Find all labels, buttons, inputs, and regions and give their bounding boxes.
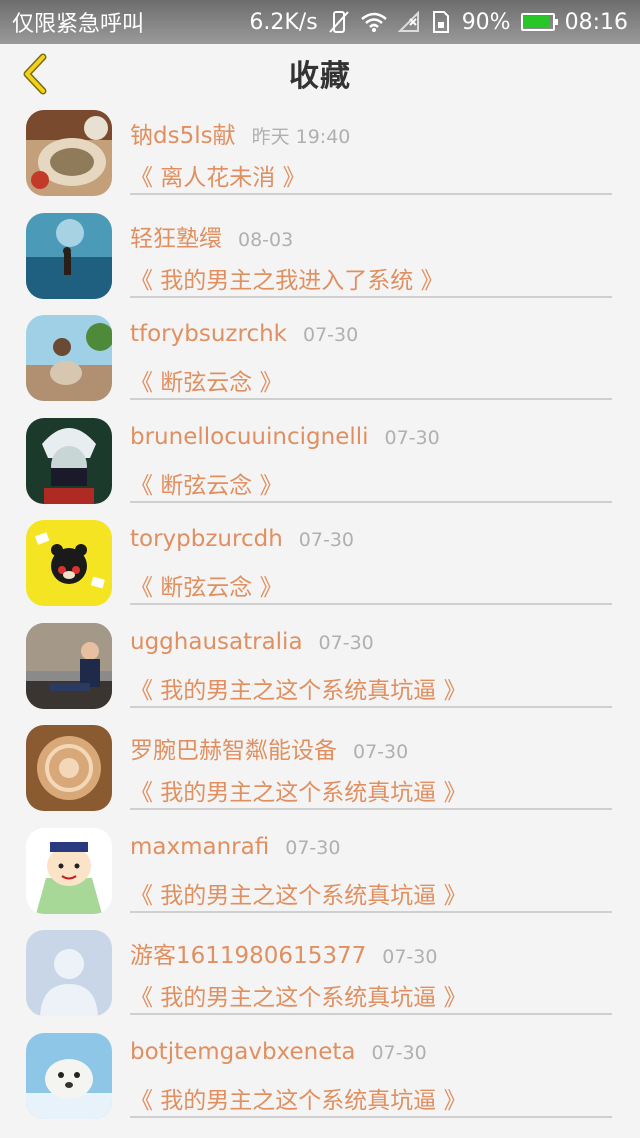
divider <box>130 1115 612 1118</box>
list-item[interactable]: 游客1611980615377 07-30 《 我的男主之这个系统真坑逼 》 <box>0 922 640 1025</box>
item-meta: torypbzurcdh 07-30 <box>130 526 612 552</box>
list-item[interactable]: botjtemgavbxeneta 07-30 《 我的男主之这个系统真坑逼 》 <box>0 1025 640 1128</box>
item-meta: 轻狂塾缳 08-03 <box>130 219 612 253</box>
item-meta: tforybsuzrchk 07-30 <box>130 321 612 347</box>
user-name[interactable]: botjtemgavbxeneta <box>130 1039 355 1065</box>
book-title[interactable]: 《 我的男主之这个系统真坑逼 》 <box>130 1081 467 1115</box>
timestamp: 07-30 <box>384 426 440 449</box>
avatar <box>26 315 112 401</box>
user-name[interactable]: 罗腕巴赫智粼能设备 <box>130 731 337 765</box>
item-meta: 罗腕巴赫智粼能设备 07-30 <box>130 731 612 765</box>
book-title[interactable]: 《 断弦云念 》 <box>130 363 283 397</box>
user-name[interactable]: maxmanrafi <box>130 834 269 860</box>
user-name[interactable]: tforybsuzrchk <box>130 321 287 347</box>
book-title[interactable]: 《 我的男主之这个系统真坑逼 》 <box>130 671 467 705</box>
divider <box>130 193 612 195</box>
book-title[interactable]: 《 离人花未消 》 <box>130 158 306 192</box>
user-name[interactable]: 钠ds5ls献 <box>130 116 236 150</box>
timestamp: 07-30 <box>382 946 438 968</box>
book-title[interactable]: 《 我的男主之这个系统真坑逼 》 <box>130 876 467 910</box>
avatar <box>26 417 112 504</box>
book-title[interactable]: 《 我的男主之我进入了系统 》 <box>130 261 444 295</box>
wifi-icon <box>360 11 388 33</box>
avatar <box>26 110 112 196</box>
divider <box>130 398 612 400</box>
list-item[interactable]: 钠ds5ls献 昨天 19:40 《 离人花未消 》 <box>0 102 640 205</box>
status-icons: 6.2K/s 90% 08:16 <box>249 10 628 35</box>
back-button[interactable] <box>14 52 54 96</box>
user-name[interactable]: 游客1611980615377 <box>130 936 366 970</box>
item-meta: botjtemgavbxeneta 07-30 <box>130 1039 612 1065</box>
divider <box>130 808 612 810</box>
avatar <box>26 212 112 299</box>
user-name[interactable]: brunellocuuincignelli <box>130 424 369 450</box>
battery-icon <box>520 13 558 31</box>
timestamp: 07-30 <box>285 836 341 859</box>
user-name[interactable]: torypbzurcdh <box>130 526 283 552</box>
avatar <box>26 827 112 914</box>
item-meta: brunellocuuincignelli 07-30 <box>130 424 612 450</box>
page-title: 收藏 <box>289 59 351 94</box>
item-meta: ugghausatralia 07-30 <box>130 629 612 655</box>
book-title[interactable]: 《 断弦云念 》 <box>130 466 283 500</box>
favorites-list: 钠ds5ls献 昨天 19:40 《 离人花未消 》 轻狂塾缳 08-03 《 … <box>0 102 640 1127</box>
sim-icon <box>430 10 452 34</box>
item-meta: 钠ds5ls献 昨天 19:40 <box>130 116 612 150</box>
vibrate-icon <box>328 10 350 34</box>
book-title[interactable]: 《 我的男主之这个系统真坑逼 》 <box>130 773 467 807</box>
divider <box>130 1013 612 1015</box>
status-bar: 仅限紧急呼叫 6.2K/s 90% 08:16 <box>0 0 640 44</box>
user-name[interactable]: 轻狂塾缳 <box>130 219 222 253</box>
list-item[interactable]: brunellocuuincignelli 07-30 《 断弦云念 》 <box>0 410 640 513</box>
timestamp: 08-03 <box>238 228 294 251</box>
divider <box>130 603 612 605</box>
timestamp: 07-30 <box>318 631 374 654</box>
timestamp: 07-30 <box>353 741 409 763</box>
list-item[interactable]: 罗腕巴赫智粼能设备 07-30 《 我的男主之这个系统真坑逼 》 <box>0 717 640 820</box>
battery-fill <box>523 16 549 28</box>
chevron-left-icon <box>23 53 47 95</box>
list-item[interactable]: torypbzurcdh 07-30 《 断弦云念 》 <box>0 512 640 615</box>
timestamp: 昨天 19:40 <box>251 126 351 148</box>
avatar <box>26 725 112 811</box>
timestamp: 07-30 <box>298 529 354 551</box>
clock: 08:16 <box>564 9 628 35</box>
book-title[interactable]: 《 断弦云念 》 <box>130 568 283 602</box>
list-item[interactable]: ugghausatralia 07-30 《 我的男主之这个系统真坑逼 》 <box>0 615 640 718</box>
item-meta: 游客1611980615377 07-30 <box>130 936 612 970</box>
divider <box>130 705 612 708</box>
timestamp: 07-30 <box>371 1041 427 1064</box>
item-meta: maxmanrafi 07-30 <box>130 834 612 860</box>
divider <box>130 910 612 913</box>
battery-percent: 90% <box>461 9 511 35</box>
list-item[interactable]: 轻狂塾缳 08-03 《 我的男主之我进入了系统 》 <box>0 205 640 308</box>
avatar <box>26 622 112 709</box>
carrier-text: 仅限紧急呼叫 <box>12 12 145 37</box>
list-item[interactable]: tforybsuzrchk 07-30 《 断弦云念 》 <box>0 307 640 410</box>
signal-icon <box>397 11 420 33</box>
book-title[interactable]: 《 我的男主之这个系统真坑逼 》 <box>130 978 467 1012</box>
network-speed: 6.2K/s <box>249 9 318 35</box>
list-item[interactable]: maxmanrafi 07-30 《 我的男主之这个系统真坑逼 》 <box>0 820 640 923</box>
top-bar: 收藏 <box>0 44 640 102</box>
avatar <box>26 520 112 606</box>
timestamp: 07-30 <box>302 324 359 346</box>
avatar <box>26 930 112 1016</box>
user-name[interactable]: ugghausatralia <box>130 629 303 655</box>
divider <box>130 500 612 503</box>
avatar <box>26 1032 112 1119</box>
divider <box>130 295 612 298</box>
